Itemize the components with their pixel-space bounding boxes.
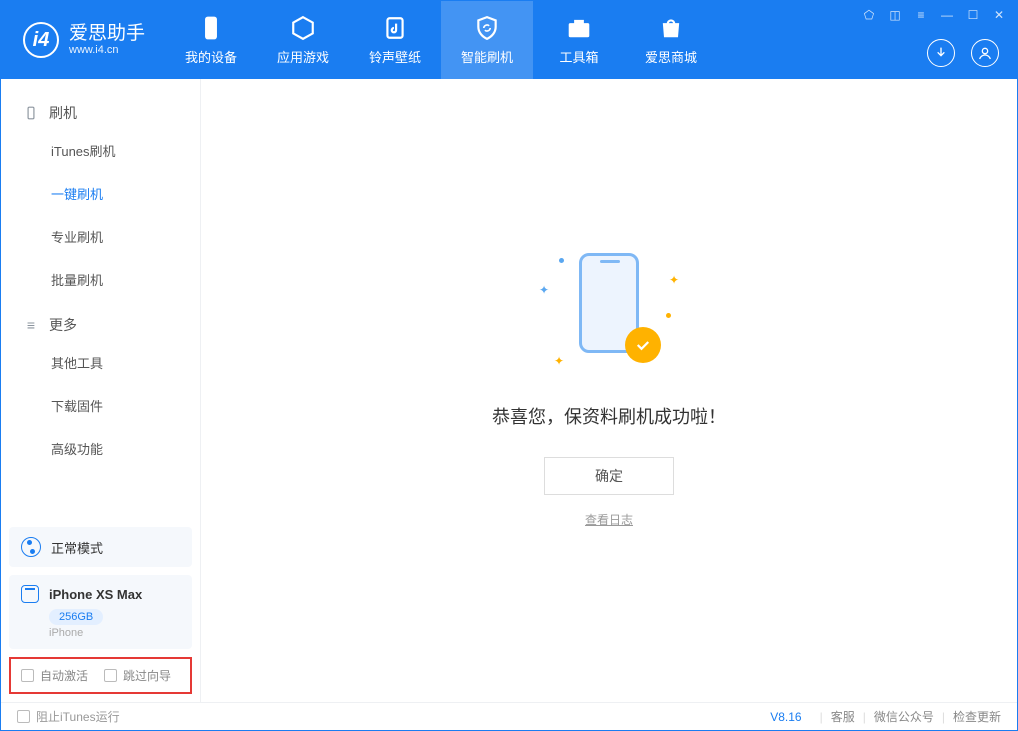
mode-icon xyxy=(21,537,41,557)
footer: 阻止iTunes运行 V8.16 | 客服 | 微信公众号 | 检查更新 xyxy=(1,702,1017,730)
shirt-icon[interactable]: ⬠ xyxy=(861,7,877,23)
app-title: 爱思助手 xyxy=(69,24,145,45)
options-box: 自动激活 跳过向导 xyxy=(9,657,192,694)
minimize-icon[interactable]: — xyxy=(939,7,955,23)
success-illustration: ✦✦✦ xyxy=(539,253,679,373)
sidebar-header-more: ≡ 更多 xyxy=(1,309,200,341)
nav-my-device[interactable]: 我的设备 xyxy=(165,1,257,79)
list-icon: ≡ xyxy=(23,317,39,333)
app-header: i4 爱思助手 www.i4.cn 我的设备 应用游戏 铃声壁纸 智能刷机 工具… xyxy=(1,1,1017,79)
view-log-link[interactable]: 查看日志 xyxy=(585,511,633,528)
nav-toolbox[interactable]: 工具箱 xyxy=(533,1,625,79)
sidebar-item-other-tools[interactable]: 其他工具 xyxy=(1,341,200,384)
main-content: ✦✦✦ 恭喜您，保资料刷机成功啦！ 确定 查看日志 xyxy=(201,79,1017,702)
maximize-icon[interactable]: ☐ xyxy=(965,7,981,23)
footer-update[interactable]: 检查更新 xyxy=(953,708,1001,725)
sidebar-item-advanced[interactable]: 高级功能 xyxy=(1,427,200,470)
app-subtitle: www.i4.cn xyxy=(69,44,145,56)
success-message: 恭喜您，保资料刷机成功啦！ xyxy=(492,403,726,429)
main-nav: 我的设备 应用游戏 铃声壁纸 智能刷机 工具箱 爱思商城 xyxy=(165,1,717,79)
check-icon xyxy=(625,327,661,363)
sidebar-item-batch[interactable]: 批量刷机 xyxy=(1,258,200,301)
footer-support[interactable]: 客服 xyxy=(831,708,855,725)
device-storage: 256GB xyxy=(49,609,103,625)
sidebar-item-pro[interactable]: 专业刷机 xyxy=(1,215,200,258)
logo-icon: i4 xyxy=(23,22,59,58)
logo: i4 爱思助手 www.i4.cn xyxy=(1,22,165,58)
sidebar-header-flash: 刷机 xyxy=(1,97,200,129)
ok-button[interactable]: 确定 xyxy=(544,457,674,495)
device-type: iPhone xyxy=(49,627,180,639)
version-label: V8.16 xyxy=(770,710,801,724)
device-name: iPhone XS Max xyxy=(49,587,142,602)
sidebar-item-onekey[interactable]: 一键刷机 xyxy=(1,172,200,215)
sidebar-item-itunes[interactable]: iTunes刷机 xyxy=(1,129,200,172)
checkbox-block-itunes[interactable]: 阻止iTunes运行 xyxy=(17,708,120,725)
close-icon[interactable]: ✕ xyxy=(991,7,1007,23)
window-controls: ⬠ ◫ ≡ — ☐ ✕ xyxy=(861,7,1007,23)
shield-refresh-icon xyxy=(474,15,500,41)
phone-icon xyxy=(198,15,224,41)
toolbox-icon xyxy=(566,15,592,41)
user-button[interactable] xyxy=(971,39,999,67)
music-file-icon xyxy=(382,15,408,41)
sidebar-item-firmware[interactable]: 下载固件 xyxy=(1,384,200,427)
box-icon[interactable]: ◫ xyxy=(887,7,903,23)
download-button[interactable] xyxy=(927,39,955,67)
nav-smart-flash[interactable]: 智能刷机 xyxy=(441,1,533,79)
device-box[interactable]: iPhone XS Max 256GB iPhone xyxy=(9,575,192,649)
sidebar: 刷机 iTunes刷机 一键刷机 专业刷机 批量刷机 ≡ 更多 其他工具 下载固… xyxy=(1,79,201,702)
phone-outline-icon xyxy=(23,105,39,121)
nav-apps-games[interactable]: 应用游戏 xyxy=(257,1,349,79)
cube-icon xyxy=(290,15,316,41)
device-icon xyxy=(21,585,39,603)
menu-icon[interactable]: ≡ xyxy=(913,7,929,23)
checkbox-skip-guide[interactable]: 跳过向导 xyxy=(104,667,171,684)
nav-rings-walls[interactable]: 铃声壁纸 xyxy=(349,1,441,79)
nav-store[interactable]: 爱思商城 xyxy=(625,1,717,79)
checkbox-auto-activate[interactable]: 自动激活 xyxy=(21,667,88,684)
mode-box[interactable]: 正常模式 xyxy=(9,527,192,567)
bag-icon xyxy=(658,15,684,41)
footer-wechat[interactable]: 微信公众号 xyxy=(874,708,934,725)
